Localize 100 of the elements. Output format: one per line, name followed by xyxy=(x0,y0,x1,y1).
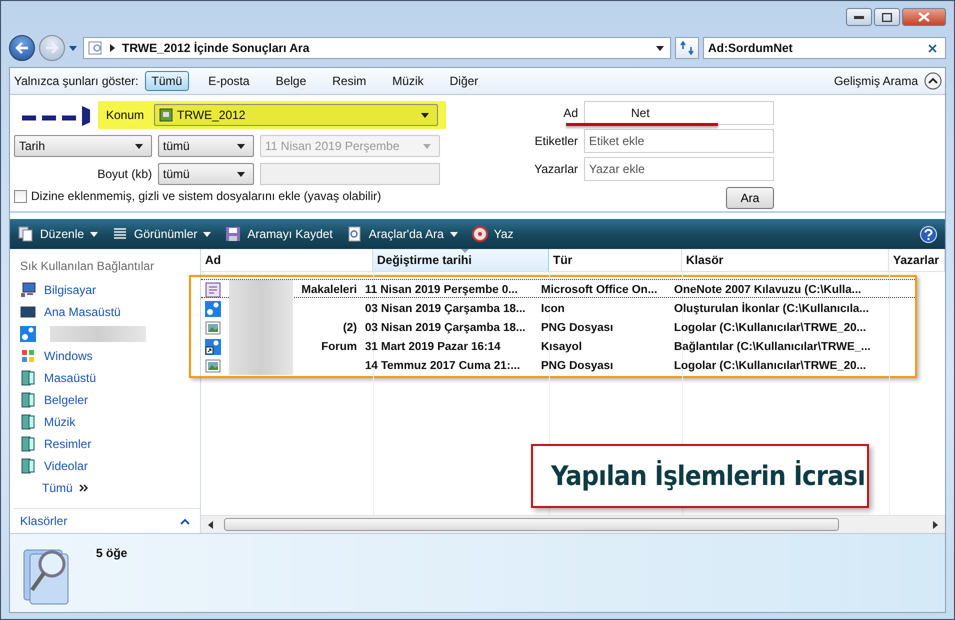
filter-tab[interactable]: E-posta xyxy=(201,71,257,91)
scroll-left-icon[interactable] xyxy=(207,520,213,528)
column-header[interactable]: Yazarlar xyxy=(889,249,945,271)
list-view-icon xyxy=(112,226,128,242)
toolbar-button[interactable]: Görünümler xyxy=(110,224,220,244)
table-cell-text: PNG Dosyası xyxy=(540,322,614,334)
name-field[interactable]: Net xyxy=(584,101,774,125)
library-icon xyxy=(20,414,36,430)
clear-icon[interactable] xyxy=(928,44,937,52)
table-cell-text: Oluşturulan İkonlar (C:\Kullanıcıla... xyxy=(673,302,870,314)
sidebar-link[interactable]: Tümü xyxy=(42,481,73,495)
table-cell-text: 11 Nisan 2019 Perşembe 0... xyxy=(364,284,519,296)
filter-tab[interactable]: Diğer xyxy=(442,71,486,91)
sidebar-link[interactable]: Resimler xyxy=(44,437,92,451)
refresh-button[interactable] xyxy=(675,37,699,59)
gears-icon xyxy=(20,326,36,342)
scroll-right-icon[interactable] xyxy=(933,520,939,528)
file-name: (2) xyxy=(342,322,357,334)
back-button[interactable] xyxy=(9,35,35,61)
checkbox[interactable] xyxy=(14,190,27,202)
sidebar-link[interactable]: Ana Masaüstü xyxy=(44,305,121,319)
search-folder-icon xyxy=(88,40,104,56)
table-cell-text: Microsoft Office On... xyxy=(540,284,658,296)
pages-icon xyxy=(18,226,34,242)
search-button[interactable]: Ara xyxy=(726,187,774,209)
table-cell-text: Bağlantılar (C:\Kullanıcılar\TRWE_... xyxy=(673,340,872,352)
windows-flag-icon xyxy=(20,348,36,364)
caret-icon xyxy=(237,172,245,176)
table-cell-text: 31 Mart 2019 Pazar 16:14 xyxy=(364,340,502,352)
library-icon xyxy=(20,392,36,408)
folder-icon xyxy=(159,108,173,122)
monitor-icon xyxy=(20,304,36,320)
help-icon[interactable] xyxy=(920,226,937,242)
column-header[interactable]: Klasör xyxy=(682,249,889,271)
toolbar-button[interactable]: Araçlar'da Ara xyxy=(344,224,466,244)
maximize-button[interactable] xyxy=(874,8,900,26)
image-file-icon xyxy=(205,358,221,374)
sidebar-link[interactable]: Bilgisayar xyxy=(44,283,96,297)
filter-tab[interactable]: Belge xyxy=(268,71,314,91)
table-row[interactable]: 03 Nisan 2019 Çarşamba 18... Icon Oluşturulan İkonlar (C:\Kullanıcıla... xyxy=(201,298,915,317)
column-header[interactable]: Tür xyxy=(549,249,682,271)
file-name: Makaleleri xyxy=(301,284,357,296)
gears-icon xyxy=(205,300,221,316)
scrollbar-thumb[interactable] xyxy=(224,518,839,531)
sidebar-link[interactable]: Masaüstü xyxy=(44,371,96,385)
caret-icon xyxy=(237,144,245,148)
column-header[interactable]: Değiştirme tarihi xyxy=(373,249,549,271)
table-cell-text: Icon xyxy=(540,302,566,314)
table-row[interactable]: 14 Temmuz 2017 Cuma 21:... PNG Dosyası Logolar (C:\Kullanıcılar\TRWE_20... xyxy=(201,355,915,374)
table-row[interactable]: (2) 03 Nisan 2019 Çarşamba 18... PNG Dosyası Logolar (C:\Kullanıcılar\TRWE_20... xyxy=(201,317,915,336)
arrow-right-icon xyxy=(45,42,59,54)
name-label: Ad xyxy=(562,106,578,120)
table-cell-text: OneNote 2007 Kılavuzu (C:\Kulla... xyxy=(673,284,862,296)
location-dropdown[interactable]: TRWE_2012 xyxy=(154,104,438,126)
caret-icon xyxy=(450,232,458,236)
address-bar[interactable]: TRWE_2012 İçinde Sonuçları Ara xyxy=(83,37,671,59)
collapse-icon[interactable] xyxy=(924,72,942,90)
filter-tab[interactable]: Tümü xyxy=(144,71,190,91)
double-chevron-icon[interactable] xyxy=(78,484,88,492)
sidebar-link[interactable]: Windows xyxy=(44,349,93,363)
location-label: Konum xyxy=(106,108,144,122)
caret-icon[interactable] xyxy=(656,46,664,50)
sidebar-link[interactable]: Videolar xyxy=(44,459,88,473)
library-icon xyxy=(20,436,36,452)
caret-icon xyxy=(203,232,212,236)
sidebar-heading: Sık Kullanılan Bağlantılar xyxy=(19,258,156,275)
computer-icon xyxy=(20,282,36,298)
authors-field[interactable]: Yazar ekle xyxy=(584,157,774,181)
sidebar-link[interactable]: Müzik xyxy=(44,415,76,429)
sort-arrow-icon xyxy=(460,249,468,253)
filter-label: Yalnızca şunları göster: xyxy=(14,74,139,88)
minimize-icon xyxy=(854,15,864,19)
search-field[interactable]: Ad:SordumNet xyxy=(703,37,946,59)
history-caret-icon[interactable] xyxy=(69,46,77,50)
filter-tab[interactable]: Resim xyxy=(325,71,374,91)
image-file-icon xyxy=(205,320,221,336)
close-button[interactable] xyxy=(902,8,946,26)
toolbar-button[interactable]: Yaz xyxy=(470,224,522,244)
chevron-up-icon[interactable] xyxy=(180,518,190,524)
filter-tab[interactable]: Müzik xyxy=(385,71,431,91)
table-cell-text: Logolar (C:\Kullanıcılar\TRWE_20... xyxy=(673,322,868,334)
sidebar-link[interactable]: Belgeler xyxy=(44,393,88,407)
item-count: 5 öğe xyxy=(96,546,128,560)
blur-block xyxy=(229,280,293,299)
table-row[interactable]: Forum 31 Mart 2019 Pazar 16:14 Kısayol Bağlantılar (C:\Kullanıcılar\TRWE_... xyxy=(201,336,915,355)
folders-link[interactable]: Klasörler xyxy=(20,514,68,528)
table-cell-text: Logolar (C:\Kullanıcılar\TRWE_20... xyxy=(673,360,868,372)
table-row[interactable]: Makaleleri 11 Nisan 2019 Perşembe 0... Microsoft Office On... OneNote 2007 Kılavuzu (C:\Kulla... xyxy=(201,279,915,298)
toolbar-button[interactable]: Aramayı Kaydet xyxy=(223,224,341,244)
table-cell-text: 03 Nisan 2019 Çarşamba 18... xyxy=(364,302,526,314)
maximize-icon xyxy=(882,12,892,22)
minimize-button[interactable] xyxy=(846,8,872,26)
tags-field[interactable]: Etiket ekle xyxy=(584,129,774,153)
toolbar-button[interactable]: Düzenle xyxy=(16,224,106,244)
disc-icon xyxy=(472,226,488,242)
advanced-search-button[interactable]: Gelişmiş Arama xyxy=(832,74,920,88)
table-cell-text: 14 Temmuz 2017 Cuma 21:... xyxy=(364,360,522,372)
caret-icon xyxy=(423,144,431,148)
library-icon xyxy=(20,370,36,386)
size-label: Boyut (kb) xyxy=(96,167,152,181)
